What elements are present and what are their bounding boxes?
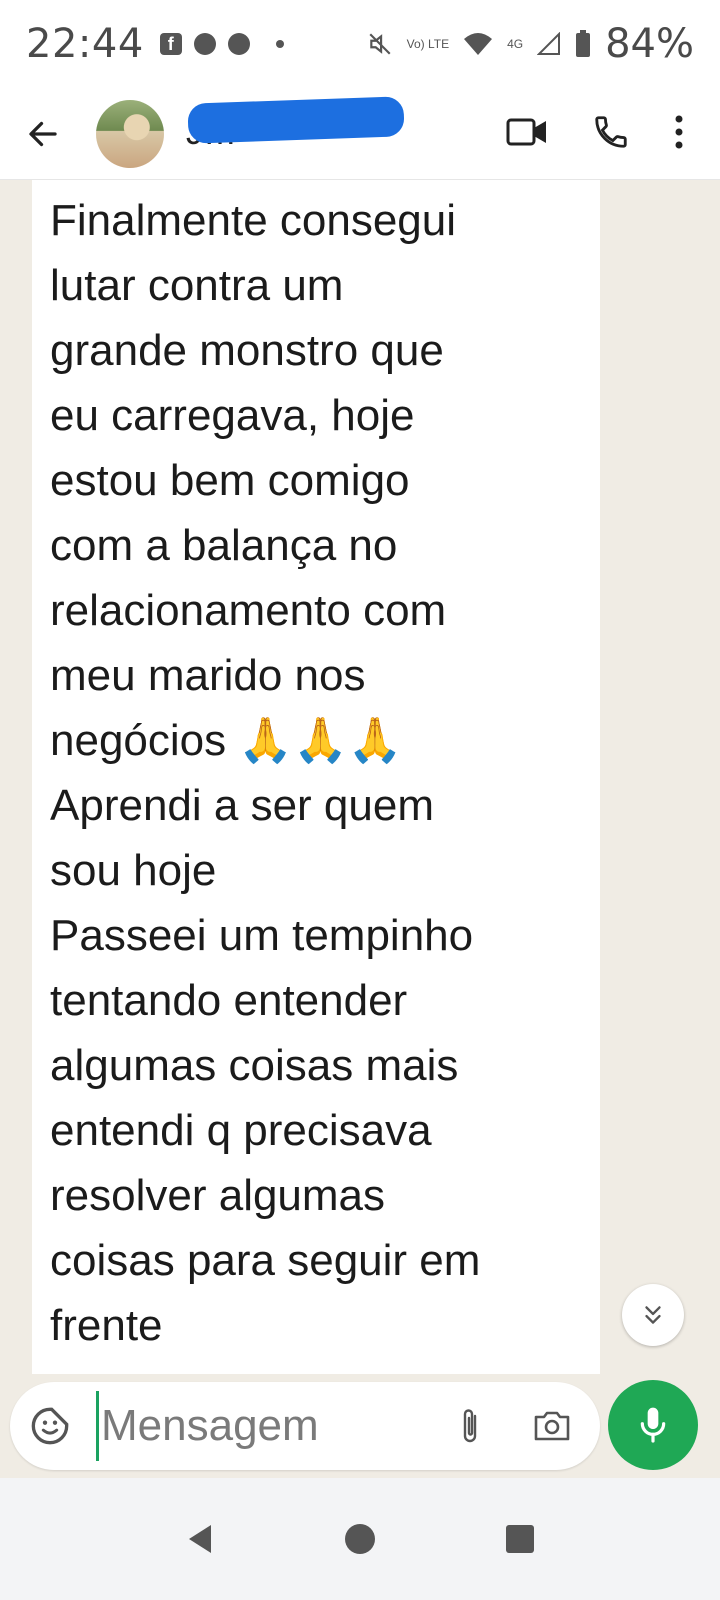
message-text: Finalmente consegui lutar contra um gran… <box>50 188 582 1358</box>
mute-icon <box>369 33 391 55</box>
signal-icon <box>537 32 561 55</box>
contact-avatar[interactable] <box>96 99 164 168</box>
message-text-part2: Aprendi a ser quem sou hoje Passeei um t… <box>50 781 481 1350</box>
more-options-button[interactable] <box>674 114 684 154</box>
system-navigation-bar <box>0 1478 720 1600</box>
camera-icon <box>534 1411 570 1441</box>
name-redaction <box>187 96 405 144</box>
microphone-icon <box>640 1407 666 1443</box>
voice-call-button[interactable] <box>592 113 630 155</box>
praying-hands-emoji: 🙏🙏🙏 <box>238 716 403 765</box>
messenger-icon <box>193 33 216 55</box>
voice-message-button[interactable] <box>608 1380 698 1470</box>
sticker-emoji-icon <box>31 1407 69 1445</box>
network-type-label: 4G <box>507 37 524 51</box>
more-notifications-dot-icon <box>275 40 284 48</box>
more-vertical-icon <box>675 115 683 148</box>
paperclip-icon <box>463 1409 477 1443</box>
system-icons: Vo) LTE 4G 84% <box>367 21 694 67</box>
wifi-icon <box>464 33 493 55</box>
phone-icon <box>595 115 627 148</box>
scroll-to-bottom-button[interactable] <box>622 1284 684 1346</box>
nav-recents-button[interactable] <box>490 1509 550 1569</box>
emoji-button[interactable] <box>10 1382 90 1470</box>
header-actions <box>506 113 684 155</box>
message-text-part1: Finalmente consegui lutar contra um gran… <box>50 196 457 765</box>
volte-label: Vo) LTE <box>406 37 450 51</box>
battery-icon <box>576 30 591 57</box>
status-bar: 22:44 f Vo) LTE 4G 84% <box>0 0 720 88</box>
nav-home-button[interactable] <box>330 1509 390 1569</box>
back-button[interactable] <box>8 88 78 180</box>
triangle-back-icon <box>189 1525 211 1553</box>
message-input[interactable] <box>96 1391 426 1461</box>
video-camera-icon <box>506 118 546 145</box>
message-bubble[interactable]: Finalmente consegui lutar contra um gran… <box>32 180 600 1374</box>
arrow-left-icon <box>29 121 57 146</box>
attach-button[interactable] <box>440 1382 500 1470</box>
video-call-button[interactable] <box>506 116 548 152</box>
nav-back-button[interactable] <box>170 1509 230 1569</box>
battery-percentage: 84% <box>605 21 694 67</box>
camera-button[interactable] <box>512 1382 592 1470</box>
square-recents-icon <box>506 1525 534 1553</box>
chat-header: J… <box>0 88 720 180</box>
double-chevron-down-icon <box>645 1306 661 1324</box>
facebook-icon: f <box>159 33 182 55</box>
circle-home-icon <box>345 1524 375 1554</box>
messenger-icon <box>227 33 250 55</box>
message-composer <box>10 1382 600 1470</box>
status-time: 22:44 <box>26 21 144 67</box>
notification-icons: f <box>159 33 284 55</box>
